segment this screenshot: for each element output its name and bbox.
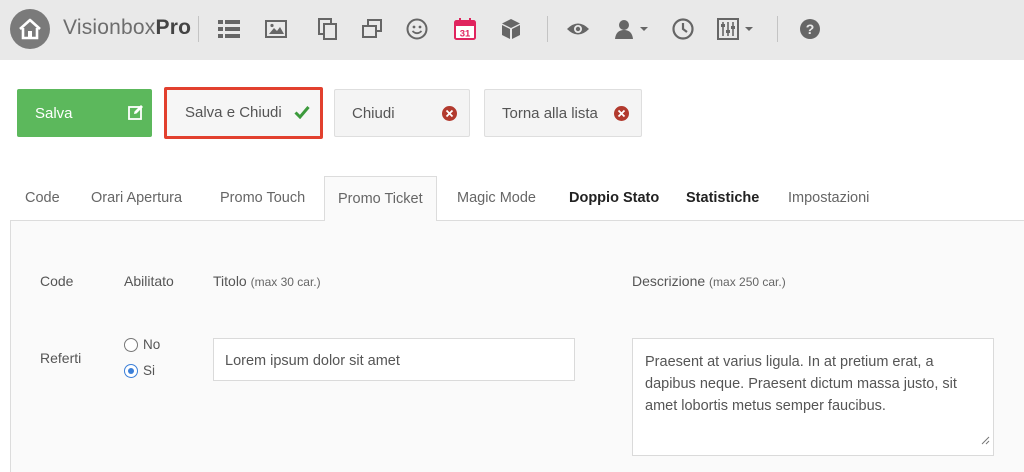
back-to-list-label: Torna alla lista [502,105,598,122]
checkmark-icon [294,105,310,123]
tab-promo-ticket[interactable]: Promo Ticket [324,176,437,222]
list-icon[interactable] [216,17,242,41]
help-icon[interactable]: ? [797,17,823,41]
radio-label-no: No [143,337,161,352]
tab-bar: Code Orari Apertura Promo Touch Promo Ti… [10,176,1024,222]
cube-icon[interactable] [498,17,524,41]
tab-orari-apertura[interactable]: Orari Apertura [91,176,182,221]
column-header-code: Code [40,273,74,289]
svg-text:31: 31 [460,29,471,40]
divider [198,16,199,42]
row-code-label: Referti [40,350,82,366]
save-button-label: Salva [35,104,73,122]
edit-icon [128,104,144,124]
tab-promo-touch[interactable]: Promo Touch [220,176,305,221]
tab-doppio-stato[interactable]: Doppio Stato [569,176,659,221]
back-to-list-button[interactable]: Torna alla lista [484,89,642,137]
divider [547,16,548,42]
svg-text:?: ? [806,21,815,37]
tab-statistiche[interactable]: Statistiche [686,176,759,221]
tab-magic-mode[interactable]: Magic Mode [457,176,536,221]
description-text: Praesent at varius ligula. In at pretium… [645,354,957,414]
radio-button-yes-selected[interactable] [124,363,138,378]
close-button[interactable]: Chiudi [334,89,470,137]
home-icon[interactable] [10,9,50,49]
title-input[interactable]: Lorem ipsum dolor sit amet [213,338,575,381]
tab-code[interactable]: Code [25,176,60,221]
save-and-close-label: Salva e Chiudi [185,104,282,121]
clock-icon[interactable] [670,17,696,41]
radio-option-yes[interactable]: Si [124,363,155,378]
column-header-enabled: Abilitato [124,273,174,289]
close-circle-icon [614,106,629,125]
layers-icon[interactable] [359,17,385,41]
sliders-dropdown-icon[interactable] [716,17,756,41]
save-button[interactable]: Salva [17,89,152,137]
smiley-icon[interactable] [404,17,430,41]
divider [777,16,778,42]
radio-label-yes: Si [143,363,156,378]
image-icon[interactable] [263,17,289,41]
brand-name: VisionboxPro [63,16,192,39]
user-dropdown-icon[interactable] [612,17,652,41]
close-button-label: Chiudi [352,105,395,122]
column-header-title: Titolo (max 30 car.) [213,273,321,289]
calendar-icon[interactable]: 31 [452,17,478,41]
eye-icon[interactable] [565,17,591,41]
copy-icon[interactable] [315,17,341,41]
close-circle-icon [442,106,457,125]
save-and-close-button[interactable]: Salva e Chiudi [164,87,323,139]
top-navigation-bar: VisionboxPro 31 ? [0,0,1024,60]
tab-impostazioni[interactable]: Impostazioni [788,176,869,221]
resize-handle-icon[interactable] [981,430,990,452]
radio-option-no[interactable]: No [124,337,160,352]
column-header-description: Descrizione (max 250 car.) [632,273,786,289]
radio-button-no[interactable] [124,337,138,352]
description-textarea[interactable]: Praesent at varius ligula. In at pretium… [632,338,994,456]
